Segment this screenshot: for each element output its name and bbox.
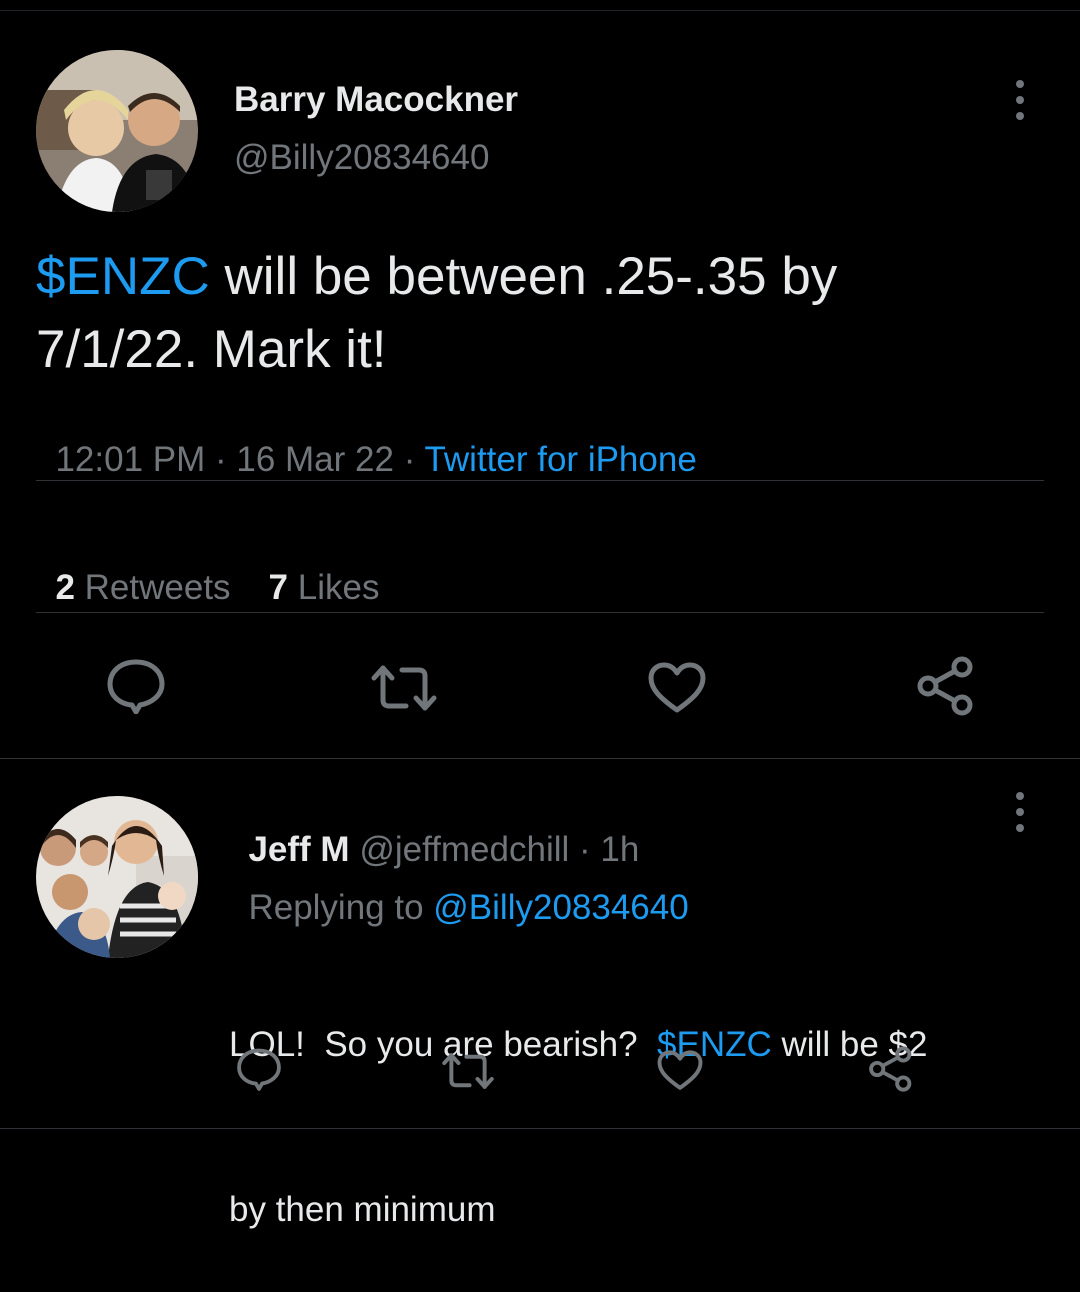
author-name[interactable]: Barry Macockner: [234, 80, 518, 120]
divider: [36, 612, 1044, 613]
share-icon: [917, 656, 973, 716]
divider: [0, 1128, 1080, 1129]
likes-stat[interactable]: 7 Likes: [269, 568, 380, 607]
tweet-text-line-1: $ENZC will be between .25-.35 by: [36, 247, 838, 306]
tweet-text-line-2: 7/1/22. Mark it!: [36, 320, 387, 379]
reply-icon: [237, 1048, 281, 1091]
tweet-stats: 2 Retweets 7 Likes: [36, 528, 379, 608]
reply-author-avatar[interactable]: [36, 796, 198, 958]
like-icon: [648, 662, 706, 713]
reply-share-button[interactable]: [868, 1046, 914, 1092]
retweet-button[interactable]: [370, 664, 438, 712]
reply-reply-button[interactable]: [236, 1047, 282, 1091]
reply-text: LOL! So you are bearish? $ENZC will be $…: [229, 907, 927, 1292]
tweet-date: 16 Mar 22: [236, 440, 394, 479]
like-button[interactable]: [648, 662, 706, 714]
share-icon: [869, 1046, 912, 1092]
retweet-icon: [442, 1053, 494, 1089]
tweet-time: 12:01 PM: [55, 440, 206, 479]
share-button[interactable]: [916, 656, 976, 716]
tweet-source-link[interactable]: Twitter for iPhone: [424, 440, 696, 479]
more-icon[interactable]: [1015, 80, 1025, 120]
author-handle[interactable]: @Billy20834640: [234, 138, 489, 178]
tweet-meta: 12:01 PM · 16 Mar 22 · Twitter for iPhon…: [55, 440, 697, 479]
author-avatar[interactable]: [36, 50, 198, 212]
reply-more-icon[interactable]: [1015, 792, 1025, 832]
divider: [0, 758, 1080, 759]
like-icon: [657, 1050, 703, 1090]
tweet-text: $ENZC will be between .25-.35 by 7/1/22.…: [36, 240, 1036, 386]
reply-button[interactable]: [106, 658, 166, 714]
reply-text-line-1: LOL! So you are bearish? $ENZC will be $…: [229, 1025, 928, 1064]
divider: [36, 480, 1044, 481]
retweets-stat[interactable]: 2 Retweets: [55, 568, 230, 607]
top-divider: [0, 10, 1080, 11]
retweet-icon: [371, 665, 437, 711]
reply-icon: [107, 659, 165, 714]
cashtag-link[interactable]: $ENZC: [36, 247, 210, 306]
reply-retweet-button[interactable]: [441, 1052, 495, 1090]
reply-like-button[interactable]: [657, 1050, 703, 1091]
reply-text-line-2: by then minimum: [229, 1190, 496, 1229]
